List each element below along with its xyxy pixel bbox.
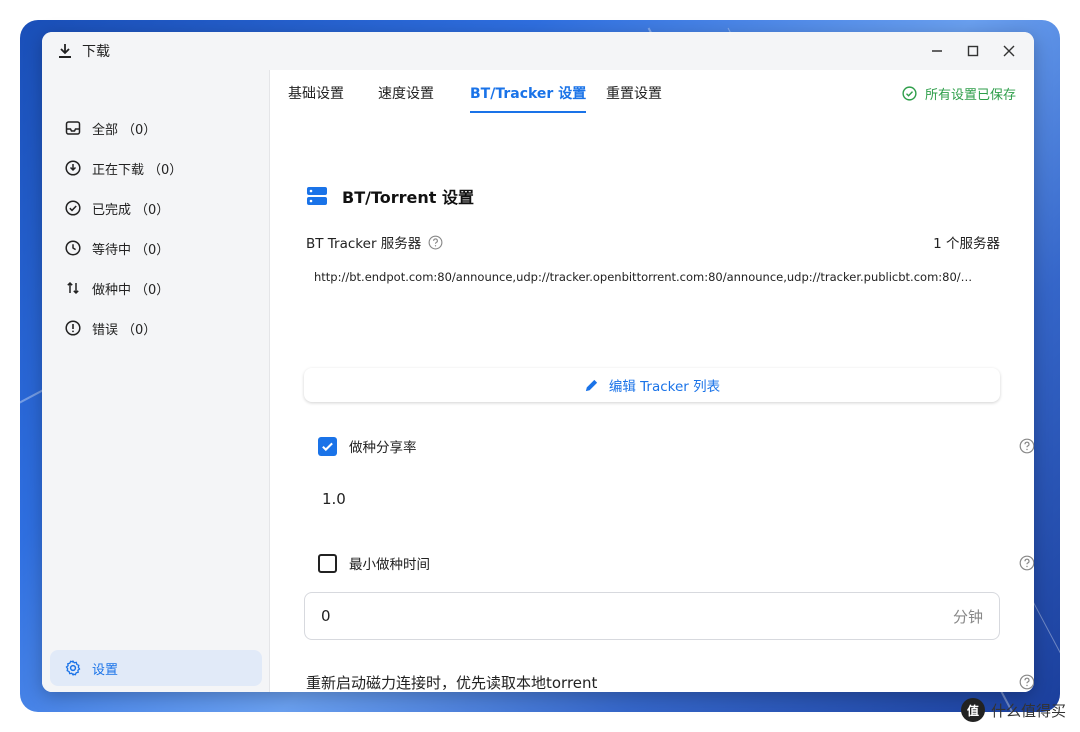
window-title: 下载 [82,44,110,60]
seed-ratio-value[interactable]: 1.0 [322,490,346,508]
sidebar-item-label: 已完成 [92,202,132,218]
sidebar: 全部 （0） 正在下载 （0） 已完成 （0） 等待中 （0） 做种中 （0） … [42,70,270,692]
seed-time-unit: 分钟 [952,607,983,626]
edit-tracker-label: 编辑 Tracker 列表 [608,379,721,395]
sidebar-item-count: （0） [148,162,183,178]
sidebar-item-label: 正在下载 [92,162,145,178]
sidebar-item-label: 等待中 [92,242,132,258]
seed-time-row: 最小做种时间 [318,553,430,573]
sidebar-item-label: 做种中 [92,282,132,298]
tab-speed[interactable]: 速度设置 [378,70,434,116]
sidebar-item-count: （0） [122,122,157,138]
seed-time-label: 最小做种时间 [349,557,430,573]
sidebar-item-waiting[interactable]: 等待中 （0） [50,230,262,266]
up-down-arrows-icon [64,279,82,297]
help-icon[interactable] [1019,555,1034,571]
sidebar-item-settings[interactable]: 设置 [50,650,262,686]
seed-time-value: 0 [321,607,331,625]
tab-bar: 基础设置 速度设置 BT/Tracker 设置 重置设置 所有设置已保存 [270,70,1034,116]
maximize-button[interactable] [958,36,988,66]
save-status: 所有设置已保存 [902,70,1016,116]
sidebar-item-count: （0） [135,282,170,298]
clock-icon [64,239,82,257]
tracker-list-text[interactable]: http://bt.endpot.com:80/announce,udp://t… [314,270,1004,284]
watermark-logo: 值 [960,698,985,722]
watermark-text: 什么值得买 [990,701,1066,720]
seed-time-input[interactable]: 0 分钟 [304,592,1000,640]
help-icon[interactable] [427,234,443,250]
seed-ratio-row: 做种分享率 [318,436,417,456]
seed-ratio-checkbox[interactable] [318,436,337,456]
tab-reset[interactable]: 重置设置 [606,70,662,116]
sidebar-item-completed[interactable]: 已完成 （0） [50,190,262,226]
download-icon [58,43,72,59]
site-watermark: 值 什么值得买 [960,698,1066,722]
help-icon[interactable] [1019,438,1034,454]
title-bar: 下载 [42,32,1034,70]
check-circle-icon [902,85,917,101]
sidebar-item-count: （0） [135,242,170,258]
sidebar-item-all[interactable]: 全部 （0） [50,110,262,146]
edit-tracker-button[interactable]: 编辑 Tracker 列表 [304,368,1000,402]
check-circle-icon [64,199,82,217]
help-icon[interactable] [1019,674,1034,690]
sidebar-item-count: （0） [122,322,157,338]
gear-icon [64,659,82,677]
seed-time-checkbox[interactable] [318,553,337,573]
save-status-text: 所有设置已保存 [924,87,1016,103]
settings-panel: 基础设置 速度设置 BT/Tracker 设置 重置设置 所有设置已保存 BT/… [270,70,1034,692]
sidebar-item-label: 全部 [92,122,119,138]
close-button[interactable] [994,36,1024,66]
sidebar-item-error[interactable]: 错误 （0） [50,310,262,346]
download-window: 下载 全部 （0） 正在下载 （0） 已完成 （0） 等待中 （0） 做种中 （… [42,32,1034,692]
tab-bt-tracker[interactable]: BT/Tracker 设置 [470,70,587,116]
server-icon [306,185,328,207]
sidebar-item-count: （0） [135,202,170,218]
tracker-label-row: BT Tracker 服务器 [306,232,443,252]
tab-basic[interactable]: 基础设置 [288,70,344,116]
section-title: BT/Torrent 设置 [342,188,474,207]
tracker-count: 1 个服务器 [933,236,1000,252]
tracker-label: BT Tracker 服务器 [306,236,422,252]
sidebar-item-label: 错误 [92,322,119,338]
sidebar-item-downloading[interactable]: 正在下载 （0） [50,150,262,186]
sidebar-item-seeding[interactable]: 做种中 （0） [50,270,262,306]
seed-ratio-label: 做种分享率 [349,440,417,456]
sidebar-item-label: 设置 [92,662,119,678]
error-circle-icon [64,319,82,337]
pencil-icon [584,378,599,393]
magnet-option-label: 重新启动磁力连接时，优先读取本地torrent [306,674,598,692]
section-header: BT/Torrent 设置 [306,184,474,208]
minimize-button[interactable] [922,36,952,66]
download-circle-icon [64,159,82,177]
inbox-icon [64,119,82,137]
